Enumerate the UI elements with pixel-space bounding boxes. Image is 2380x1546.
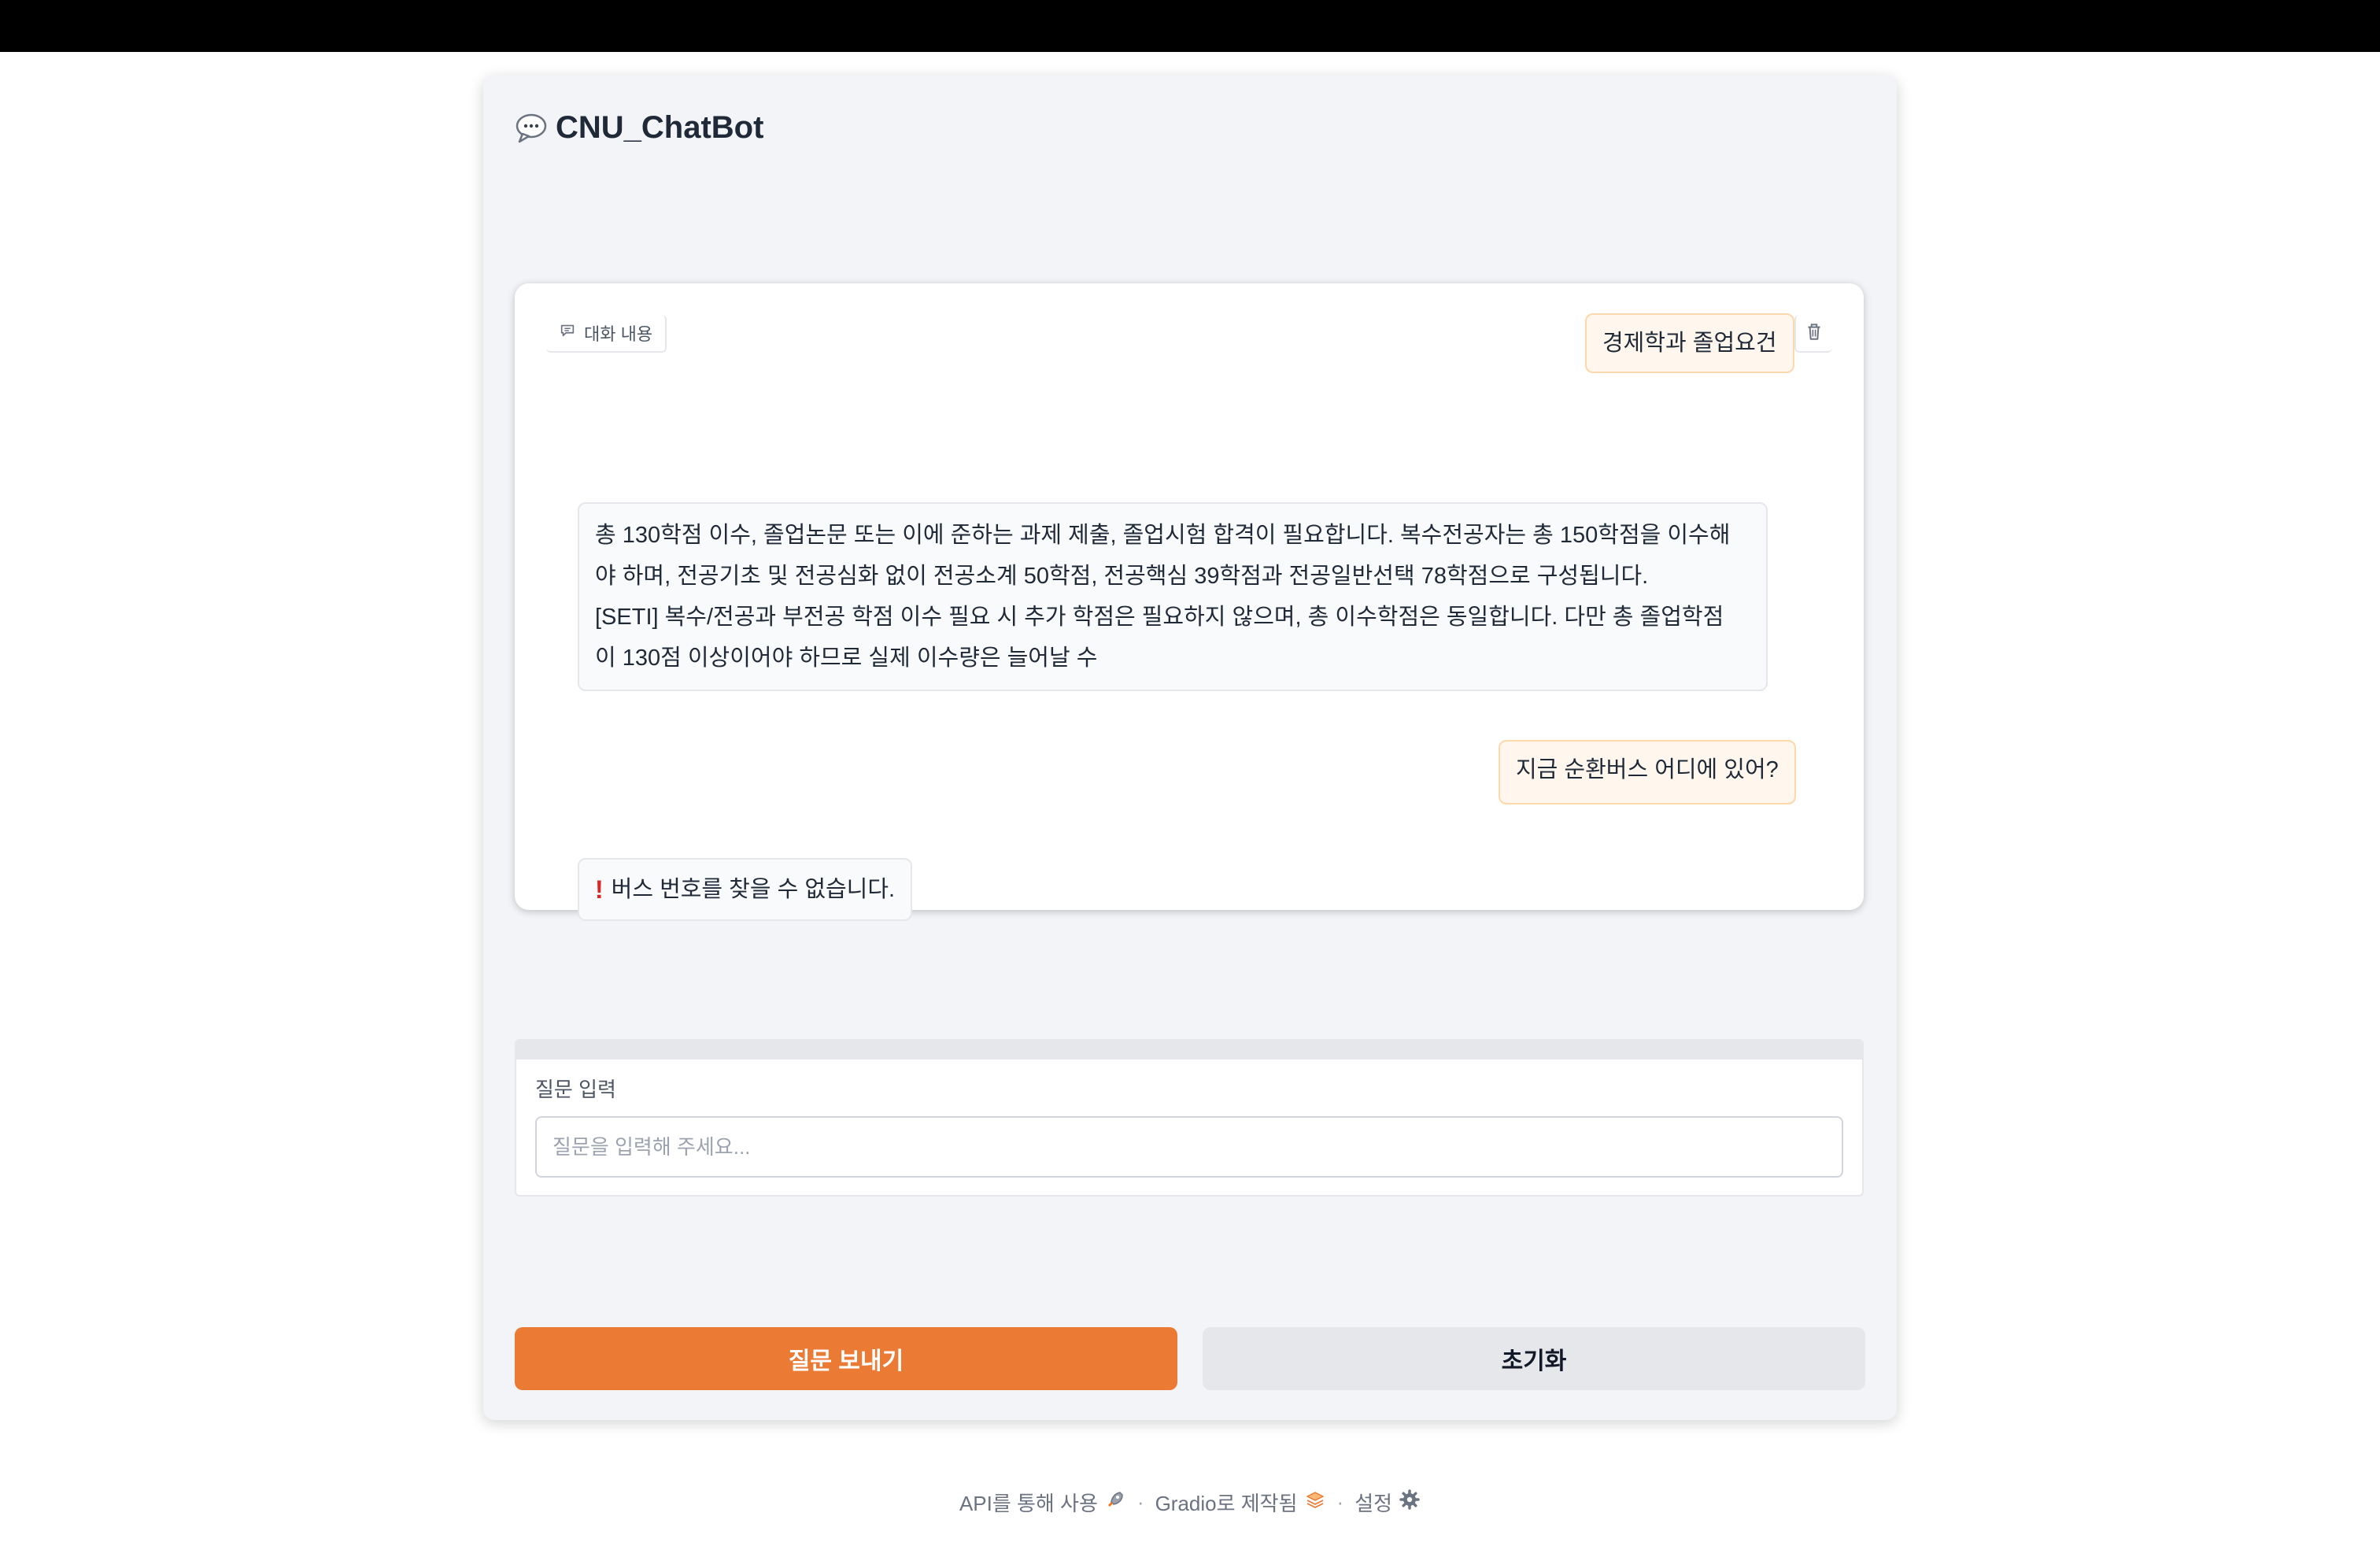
footer-separator: · <box>1336 1490 1344 1514</box>
gradio-logo-icon <box>1304 1489 1326 1516</box>
bot-message-line: 야 하며, 전공기초 및 전공심화 없이 전공소계 50학점, 전공핵심 39학… <box>595 564 1649 589</box>
chatbot-panel: 대화 내용 경제학과 졸업요건 총 130학점 이수, 졸업논문 또는 이에 준… <box>515 283 1864 921</box>
bot-message-line: 이 130점 이상이어야 하므로 실제 이수량은 늘어날 수 <box>595 645 1098 671</box>
chatbot-label: 대화 내용 <box>546 315 667 353</box>
bot-message-line: [SETI] 복수/전공과 부전공 학점 이수 필요 시 추가 학점은 필요하지… <box>595 605 1724 630</box>
input-block-header <box>516 1041 1862 1060</box>
browser-top-bar <box>0 0 2380 52</box>
footer-separator: · <box>1136 1490 1144 1514</box>
bot-message: 총 130학점 이수, 졸업논문 또는 이에 준하는 과제 제출, 졸업시험 합… <box>578 502 1768 691</box>
built-with-gradio-link[interactable]: Gradio로 제작됨 <box>1155 1488 1326 1517</box>
gear-icon <box>1399 1489 1421 1516</box>
built-with-gradio-label: Gradio로 제작됨 <box>1155 1492 1298 1515</box>
app-header: CNU_ChatBot <box>515 110 763 146</box>
question-input[interactable] <box>535 1116 1843 1178</box>
question-input-label: 질문 입력 <box>535 1078 616 1101</box>
bot-message: ! 버스 번호를 찾을 수 없습니다. <box>578 858 913 921</box>
use-via-api-link[interactable]: API를 통해 사용 <box>959 1488 1126 1517</box>
clear-chat-button[interactable] <box>1794 315 1832 353</box>
settings-link[interactable]: 설정 <box>1354 1488 1421 1517</box>
chat-icon <box>559 322 576 344</box>
use-via-api-label: API를 통해 사용 <box>959 1492 1098 1515</box>
send-question-button[interactable]: 질문 보내기 <box>515 1327 1177 1390</box>
settings-label: 설정 <box>1354 1492 1393 1515</box>
reset-button[interactable]: 초기화 <box>1203 1327 1865 1390</box>
app-title: CNU_ChatBot <box>556 110 764 145</box>
user-message: 지금 순환버스 어디에 있어? <box>1499 740 1796 804</box>
question-input-block: 질문 입력 <box>515 1039 1864 1196</box>
rocket-icon <box>1104 1489 1126 1516</box>
user-message: 경제학과 졸업요건 <box>1585 313 1794 373</box>
warning-icon: ! <box>595 875 604 904</box>
footer: API를 통해 사용 · Gradio로 제작됨 · 설정 <box>0 1488 2380 1517</box>
speech-bubble-icon <box>515 112 548 145</box>
app-container: CNU_ChatBot 대화 내용 경제학과 졸업요건 총 130학점 이수, … <box>483 76 1897 1420</box>
bot-message-line: 총 130학점 이수, 졸업논문 또는 이에 준하는 과제 제출, 졸업시험 합… <box>595 523 1731 548</box>
trash-icon <box>1804 321 1824 346</box>
chatbot-label-text: 대화 내용 <box>584 324 653 344</box>
bot-message-text: 버스 번호를 찾을 수 없습니다. <box>611 877 896 902</box>
